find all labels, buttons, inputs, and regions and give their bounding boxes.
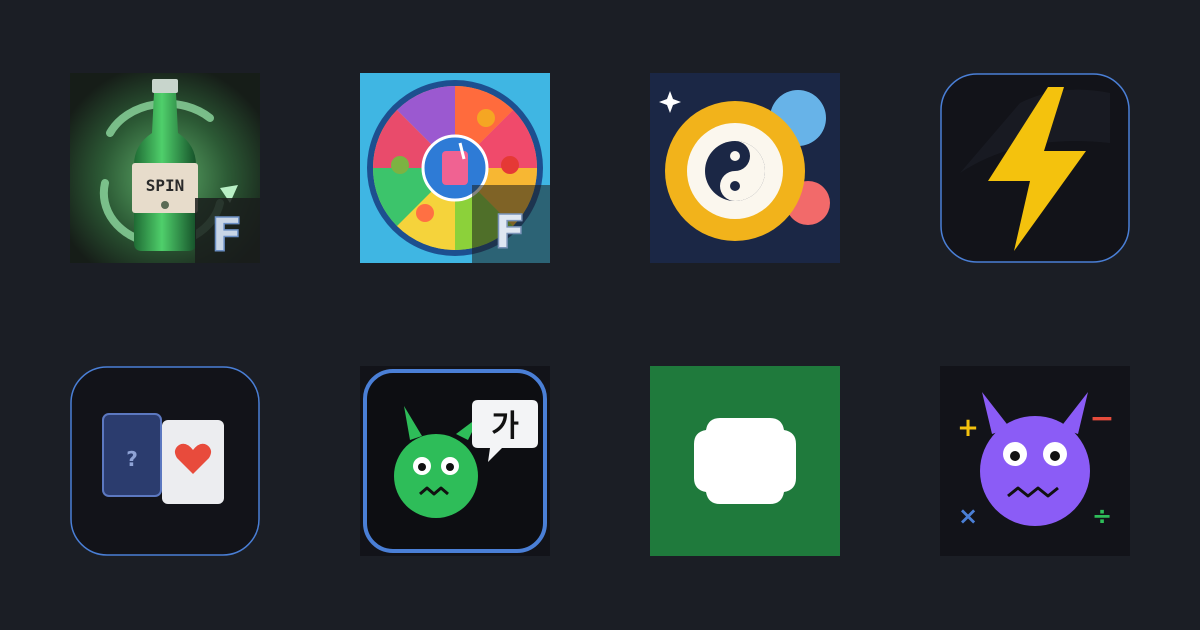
app-tile-yin-yang[interactable] <box>650 73 840 263</box>
lightning-bolt-icon <box>940 73 1130 263</box>
f-badge: F <box>211 208 242 262</box>
divide-symbol: ÷ <box>1092 502 1112 530</box>
math-monster-icon: + − × ÷ <box>940 366 1130 556</box>
bottle-label: SPIN <box>146 176 185 195</box>
speech-bubble-text: 가 <box>491 409 519 444</box>
card-guess-icon: ? <box>70 366 260 556</box>
minus-symbol: − <box>1089 401 1114 436</box>
app-icon-grid: SPIN F F ? 가 + − × ÷ <box>0 0 1200 630</box>
f-badge: F <box>494 205 525 259</box>
app-tile-math-monster[interactable]: + − × ÷ <box>940 366 1130 556</box>
fruit-wheel-icon: F <box>360 73 550 263</box>
app-tile-korean-monster[interactable]: 가 <box>360 366 550 556</box>
plus-symbol: + <box>957 413 979 443</box>
spin-bottle-icon: SPIN F <box>70 73 260 263</box>
app-tile-lightning[interactable] <box>940 73 1130 263</box>
card-mark: ? <box>126 447 138 471</box>
app-tile-spin-bottle[interactable]: SPIN F <box>70 73 260 263</box>
app-tile-blank[interactable] <box>650 366 840 556</box>
times-symbol: × <box>958 502 978 530</box>
app-tile-fruit-wheel[interactable]: F <box>360 73 550 263</box>
app-tile-card-guess[interactable]: ? <box>70 366 260 556</box>
monster-korean-icon: 가 <box>360 366 550 556</box>
yin-yang-ball-icon <box>650 73 840 263</box>
blank-rounded-square-icon <box>650 366 840 556</box>
